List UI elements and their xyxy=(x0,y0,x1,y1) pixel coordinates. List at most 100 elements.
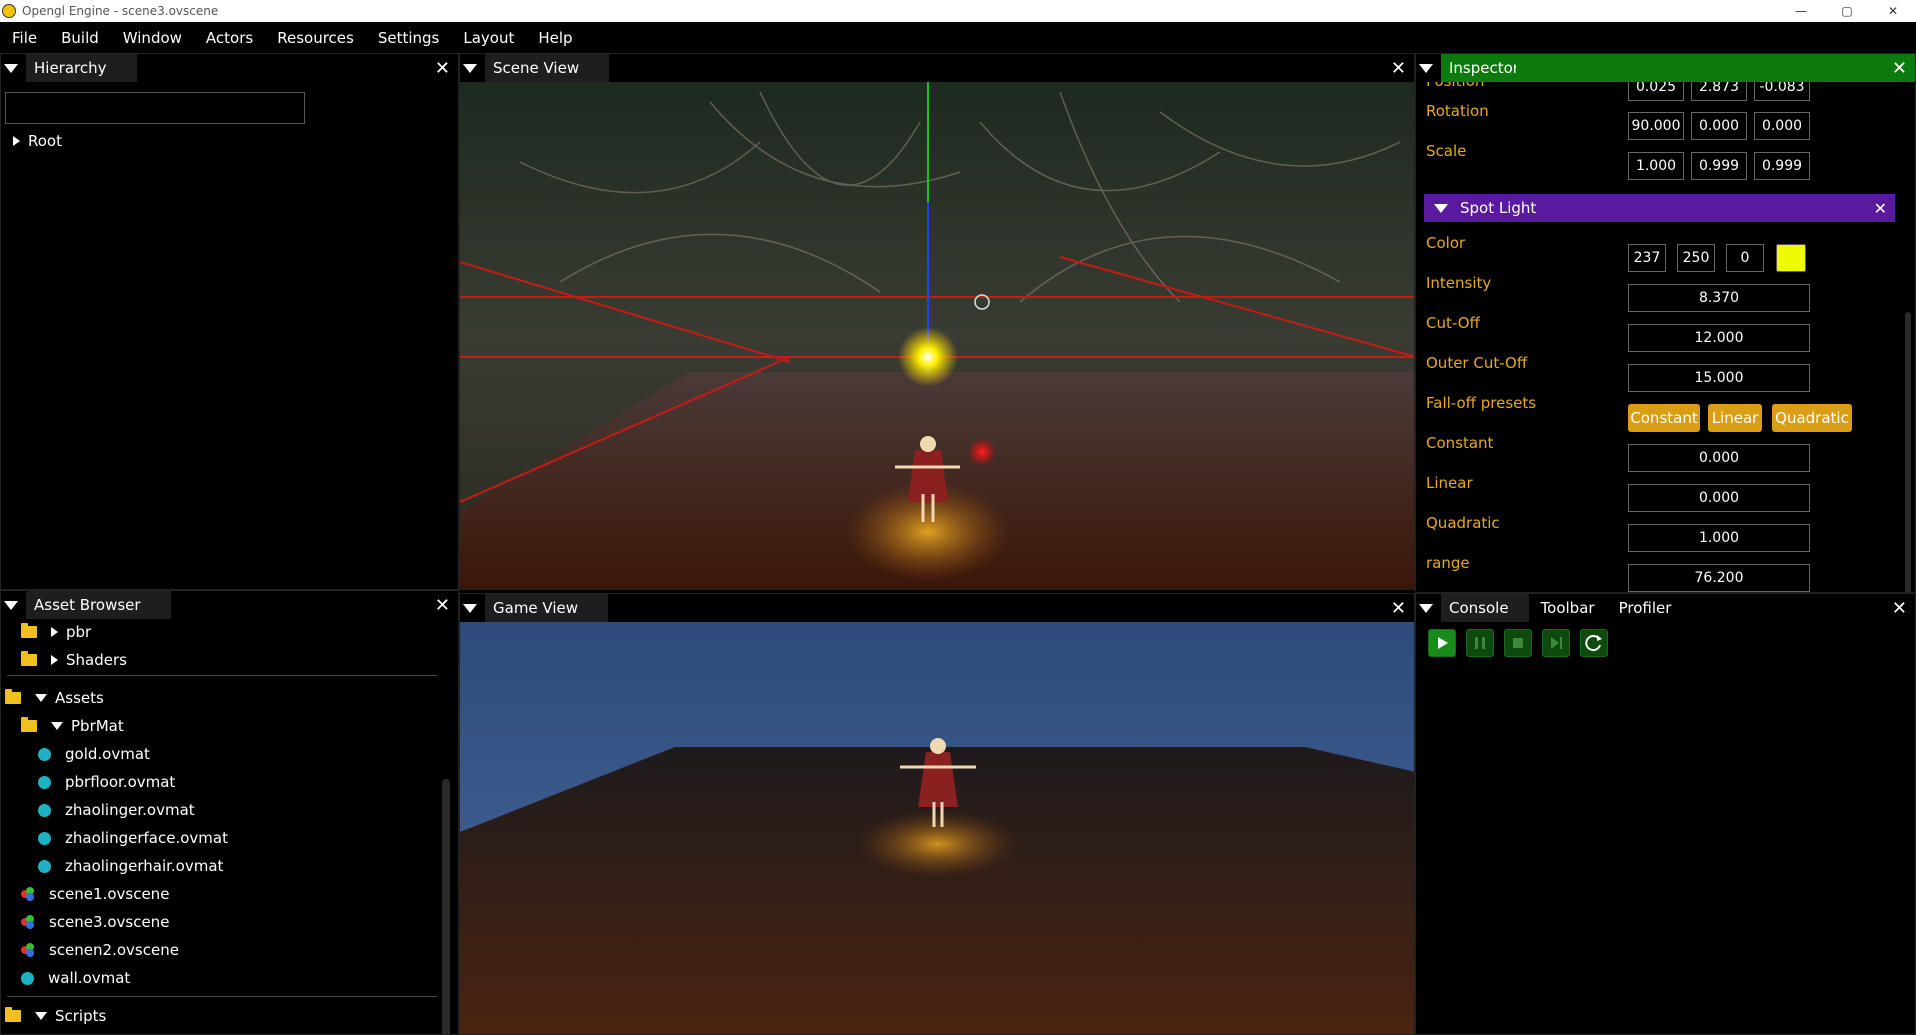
preset-linear-button[interactable]: Linear xyxy=(1708,404,1762,432)
close-icon[interactable]: ✕ xyxy=(1391,598,1406,619)
range-field[interactable]: 76.200 xyxy=(1628,564,1810,592)
preset-constant-button[interactable]: Constant xyxy=(1628,404,1700,432)
asset-file-scene1[interactable]: scene1.ovscene xyxy=(21,882,169,906)
color-b-field[interactable]: 0 xyxy=(1726,244,1764,272)
refresh-button[interactable] xyxy=(1580,629,1608,657)
next-frame-button[interactable] xyxy=(1542,629,1570,657)
scale-label: Scale xyxy=(1426,142,1467,160)
scene-render[interactable] xyxy=(460,82,1414,589)
scene-view-tab[interactable]: Scene View xyxy=(485,54,610,82)
asset-file-scenen2[interactable]: scenen2.ovscene xyxy=(21,938,179,962)
hierarchy-search-input[interactable] xyxy=(5,92,305,124)
rotation-label: Rotation xyxy=(1426,102,1489,120)
position-y-field[interactable]: 2.873 xyxy=(1691,82,1747,101)
asset-folder-shaders[interactable]: Shaders xyxy=(21,648,127,672)
quadratic-field[interactable]: 1.000 xyxy=(1628,524,1810,552)
cutoff-field[interactable]: 12.000 xyxy=(1628,324,1810,352)
color-g-field[interactable]: 250 xyxy=(1677,244,1715,272)
tree-item-root[interactable]: Root xyxy=(13,129,62,153)
asset-label: scene1.ovscene xyxy=(49,885,170,903)
tab-profiler[interactable]: Profiler xyxy=(1607,594,1684,622)
preset-quadratic-button[interactable]: Quadratic xyxy=(1772,404,1852,432)
game-viewport[interactable] xyxy=(460,622,1414,1034)
intensity-field[interactable]: 8.370 xyxy=(1628,284,1810,312)
expand-arrow-icon[interactable] xyxy=(51,627,58,637)
folder-icon xyxy=(21,623,37,638)
linear-field[interactable]: 0.000 xyxy=(1628,484,1810,512)
pause-button[interactable] xyxy=(1466,629,1494,657)
menu-file[interactable]: File xyxy=(0,29,49,47)
quadratic-label: Quadratic xyxy=(1426,514,1500,532)
asset-file-zhaolinger[interactable]: zhaolinger.ovmat xyxy=(38,798,195,822)
menu-build[interactable]: Build xyxy=(49,29,111,47)
game-render[interactable] xyxy=(460,622,1414,1034)
collapse-icon[interactable] xyxy=(4,600,18,610)
tab-toolbar[interactable]: Toolbar xyxy=(1529,594,1607,622)
hierarchy-tab[interactable]: Hierarchy xyxy=(26,54,137,82)
collapse-icon[interactable] xyxy=(4,63,18,73)
collapse-arrow-icon[interactable] xyxy=(51,722,63,730)
position-z-field[interactable]: -0.083 xyxy=(1754,82,1810,101)
minimize-button[interactable]: — xyxy=(1778,0,1824,22)
collapse-icon[interactable] xyxy=(463,603,477,613)
scale-x-field[interactable]: 1.000 xyxy=(1628,152,1684,180)
folder-icon xyxy=(5,1007,21,1022)
scale-z-field[interactable]: 0.999 xyxy=(1754,152,1810,180)
asset-file-scene3[interactable]: scene3.ovscene xyxy=(21,910,169,934)
asset-browser-scrollbar[interactable] xyxy=(442,779,450,1034)
asset-folder-pbrmat[interactable]: PbrMat xyxy=(21,714,124,738)
spot-light-component-header[interactable]: Spot Light ✕ xyxy=(1424,194,1895,222)
menu-window[interactable]: Window xyxy=(111,29,194,47)
expand-arrow-icon[interactable] xyxy=(13,136,20,146)
remove-component-icon[interactable]: ✕ xyxy=(1874,199,1887,218)
collapse-icon[interactable] xyxy=(1419,603,1433,613)
collapse-icon[interactable] xyxy=(1434,203,1448,213)
rotation-x-field[interactable]: 90.000 xyxy=(1628,112,1684,140)
play-icon xyxy=(1438,637,1448,649)
stop-button[interactable] xyxy=(1504,629,1532,657)
asset-file-gold[interactable]: gold.ovmat xyxy=(38,742,150,766)
collapse-arrow-icon[interactable] xyxy=(35,1012,47,1020)
asset-browser-tab[interactable]: Asset Browser xyxy=(26,591,171,619)
menu-actors[interactable]: Actors xyxy=(194,29,265,47)
menu-resources[interactable]: Resources xyxy=(265,29,366,47)
game-view-tab[interactable]: Game View xyxy=(485,594,609,622)
range-label: range xyxy=(1426,554,1470,572)
collapse-arrow-icon[interactable] xyxy=(35,694,47,702)
maximize-button[interactable]: ▢ xyxy=(1824,0,1870,22)
scale-y-field[interactable]: 0.999 xyxy=(1691,152,1747,180)
menu-settings[interactable]: Settings xyxy=(366,29,452,47)
asset-tree: pbr Shaders Assets PbrMat gold.ovmat pbr… xyxy=(1,619,458,1034)
expand-arrow-icon[interactable] xyxy=(51,655,58,665)
color-swatch[interactable] xyxy=(1776,244,1806,272)
asset-file-wall[interactable]: wall.ovmat xyxy=(21,966,130,990)
play-button[interactable] xyxy=(1428,629,1456,657)
close-icon[interactable]: ✕ xyxy=(1391,58,1406,79)
constant-field[interactable]: 0.000 xyxy=(1628,444,1810,472)
menu-layout[interactable]: Layout xyxy=(451,29,526,47)
close-icon[interactable]: ✕ xyxy=(1892,598,1907,619)
asset-folder-assets[interactable]: Assets xyxy=(5,686,104,710)
close-icon[interactable]: ✕ xyxy=(1892,58,1907,79)
asset-file-zhaolingerhair[interactable]: zhaolingerhair.ovmat xyxy=(38,854,223,878)
asset-file-pbrfloor[interactable]: pbrfloor.ovmat xyxy=(38,770,175,794)
close-window-button[interactable]: ✕ xyxy=(1870,0,1916,22)
asset-folder-scripts[interactable]: Scripts xyxy=(5,1004,106,1028)
rotation-y-field[interactable]: 0.000 xyxy=(1691,112,1747,140)
color-r-field[interactable]: 237 xyxy=(1628,244,1666,272)
collapse-icon[interactable] xyxy=(463,63,477,73)
rotation-z-field[interactable]: 0.000 xyxy=(1754,112,1810,140)
next-frame-icon xyxy=(1551,637,1562,649)
inspector-panel: Inspector ✕ Position 0.025 2.873 -0.083 … xyxy=(1415,53,1916,593)
collapse-icon[interactable] xyxy=(1419,63,1433,73)
outer-cutoff-field[interactable]: 15.000 xyxy=(1628,364,1810,392)
menu-help[interactable]: Help xyxy=(526,29,584,47)
scene-viewport[interactable] xyxy=(460,82,1414,589)
close-icon[interactable]: ✕ xyxy=(435,58,450,79)
tab-console[interactable]: Console xyxy=(1441,594,1529,622)
close-icon[interactable]: ✕ xyxy=(435,595,450,616)
asset-file-zhaolingerface[interactable]: zhaolingerface.ovmat xyxy=(38,826,228,850)
position-x-field[interactable]: 0.025 xyxy=(1628,82,1684,101)
asset-folder-pbr[interactable]: pbr xyxy=(21,620,91,644)
inspector-scrollbar[interactable] xyxy=(1905,312,1911,592)
